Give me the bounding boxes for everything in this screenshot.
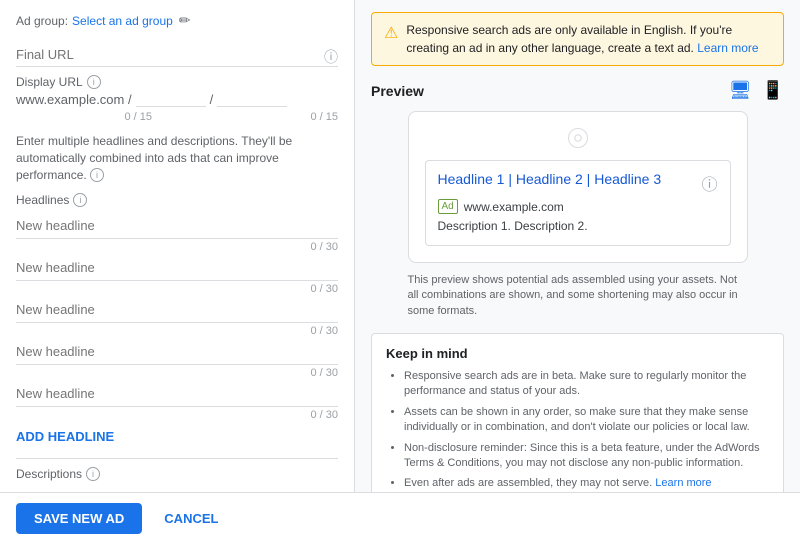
headline-1-count: 0 / 30 xyxy=(16,241,338,253)
keep-in-mind-list: Responsive search ads are in beta. Make … xyxy=(386,369,769,492)
ad-description: Description 1. Description 2. xyxy=(438,218,718,235)
ad-group-label: Ad group: xyxy=(16,14,68,28)
headline-5-count: 0 / 30 xyxy=(16,409,338,421)
left-panel: Ad group: Select an ad group ✏ ⓘ Display… xyxy=(0,0,355,492)
keep-in-mind-learn-more-link[interactable]: Learn more xyxy=(655,477,711,489)
preview-note: This preview shows potential ads assembl… xyxy=(408,273,748,319)
ad-headline-text: Headline 1 | Headline 2 | Headline 3 xyxy=(438,171,662,187)
url-bar xyxy=(425,128,731,148)
final-url-input[interactable] xyxy=(16,43,338,67)
headline-5-wrap xyxy=(16,381,338,407)
display-url-slash: / xyxy=(210,92,214,107)
edit-icon[interactable]: ✏ xyxy=(179,12,191,29)
keep-in-mind-item-1: Responsive search ads are in beta. Make … xyxy=(404,369,769,400)
headline-5-input[interactable] xyxy=(16,381,338,407)
cancel-button[interactable]: CANCEL xyxy=(154,503,228,534)
display-url-path1[interactable] xyxy=(136,91,206,107)
path1-count: 0 / 15 xyxy=(16,111,152,123)
ad-label-row: Ad www.example.com xyxy=(438,199,718,214)
display-url-base: www.example.com / xyxy=(16,92,132,107)
url-bar-circle xyxy=(568,128,588,148)
ad-badge: Ad xyxy=(438,199,458,214)
headline-2-input[interactable] xyxy=(16,255,338,281)
display-url-info-icon[interactable]: i xyxy=(87,75,101,89)
display-url-path2[interactable] xyxy=(217,91,287,107)
warning-banner: ⚠ Responsive search ads are only availab… xyxy=(371,12,784,66)
desktop-icon[interactable]: 🖥 xyxy=(729,80,752,101)
ad-preview-card: Headline 1 | Headline 2 | Headline 3 ⓘ A… xyxy=(408,111,748,263)
warning-icon: ⚠ xyxy=(384,22,398,46)
preview-title: Preview xyxy=(371,83,424,99)
preview-header: Preview 🖥 📱 xyxy=(371,80,784,101)
ad-display-url: www.example.com xyxy=(464,200,564,214)
hint-text: Enter multiple headlines and description… xyxy=(16,133,338,183)
headline-3-count: 0 / 30 xyxy=(16,325,338,337)
keep-in-mind-title: Keep in mind xyxy=(386,346,769,361)
warning-learn-more-link[interactable]: Learn more xyxy=(697,41,758,55)
description-1-input[interactable] xyxy=(16,487,338,492)
headline-1-input[interactable] xyxy=(16,213,338,239)
headlines-info-icon[interactable]: i xyxy=(73,193,87,207)
display-url-label: Display URL i xyxy=(16,75,338,89)
device-icons: 🖥 📱 xyxy=(729,80,784,101)
display-url-field: Display URL i www.example.com / / 0 / 15… xyxy=(16,75,338,125)
headline-4-count: 0 / 30 xyxy=(16,367,338,379)
headline-4-wrap xyxy=(16,339,338,365)
warning-text: Responsive search ads are only available… xyxy=(406,21,771,57)
ad-info-icon[interactable]: ⓘ xyxy=(701,171,717,195)
save-new-ad-button[interactable]: SAVE NEW AD xyxy=(16,503,142,534)
ad-group-row: Ad group: Select an ad group ✏ xyxy=(16,12,338,29)
ad-group-select[interactable]: Select an ad group xyxy=(72,14,173,28)
headline-1-wrap xyxy=(16,213,338,239)
description-1-wrap xyxy=(16,487,338,492)
display-url-row: www.example.com / / xyxy=(16,91,338,107)
headline-4-input[interactable] xyxy=(16,339,338,365)
mobile-icon[interactable]: 📱 xyxy=(762,80,784,101)
headline-3-input[interactable] xyxy=(16,297,338,323)
keep-in-mind-section: Keep in mind Responsive search ads are i… xyxy=(371,333,784,492)
descriptions-info-icon[interactable]: i xyxy=(86,467,100,481)
final-url-info-icon[interactable]: ⓘ xyxy=(324,47,338,67)
headlines-section-label: Headlines i xyxy=(16,193,338,207)
add-headline-link[interactable]: ADD HEADLINE xyxy=(16,423,338,450)
ad-headline-row: Headline 1 | Headline 2 | Headline 3 ⓘ xyxy=(438,171,718,195)
headline-2-wrap xyxy=(16,255,338,281)
right-panel: ⚠ Responsive search ads are only availab… xyxy=(355,0,800,492)
headline-2-count: 0 / 30 xyxy=(16,283,338,295)
path2-count: 0 / 15 xyxy=(202,111,338,123)
keep-in-mind-item-4: Even after ads are assembled, they may n… xyxy=(404,476,769,491)
headline-3-wrap xyxy=(16,297,338,323)
descriptions-section-label: Descriptions i xyxy=(16,467,338,481)
keep-in-mind-item-2: Assets can be shown in any order, so mak… xyxy=(404,405,769,436)
final-url-field: ⓘ xyxy=(16,43,338,67)
keep-in-mind-item-3: Non-disclosure reminder: Since this is a… xyxy=(404,441,769,472)
preview-section: Preview 🖥 📱 Headline 1 | Headlin xyxy=(371,80,784,319)
ad-preview-inner: Headline 1 | Headline 2 | Headline 3 ⓘ A… xyxy=(425,160,731,246)
footer: SAVE NEW AD CANCEL xyxy=(0,492,800,544)
hint-info-icon[interactable]: i xyxy=(90,168,104,182)
